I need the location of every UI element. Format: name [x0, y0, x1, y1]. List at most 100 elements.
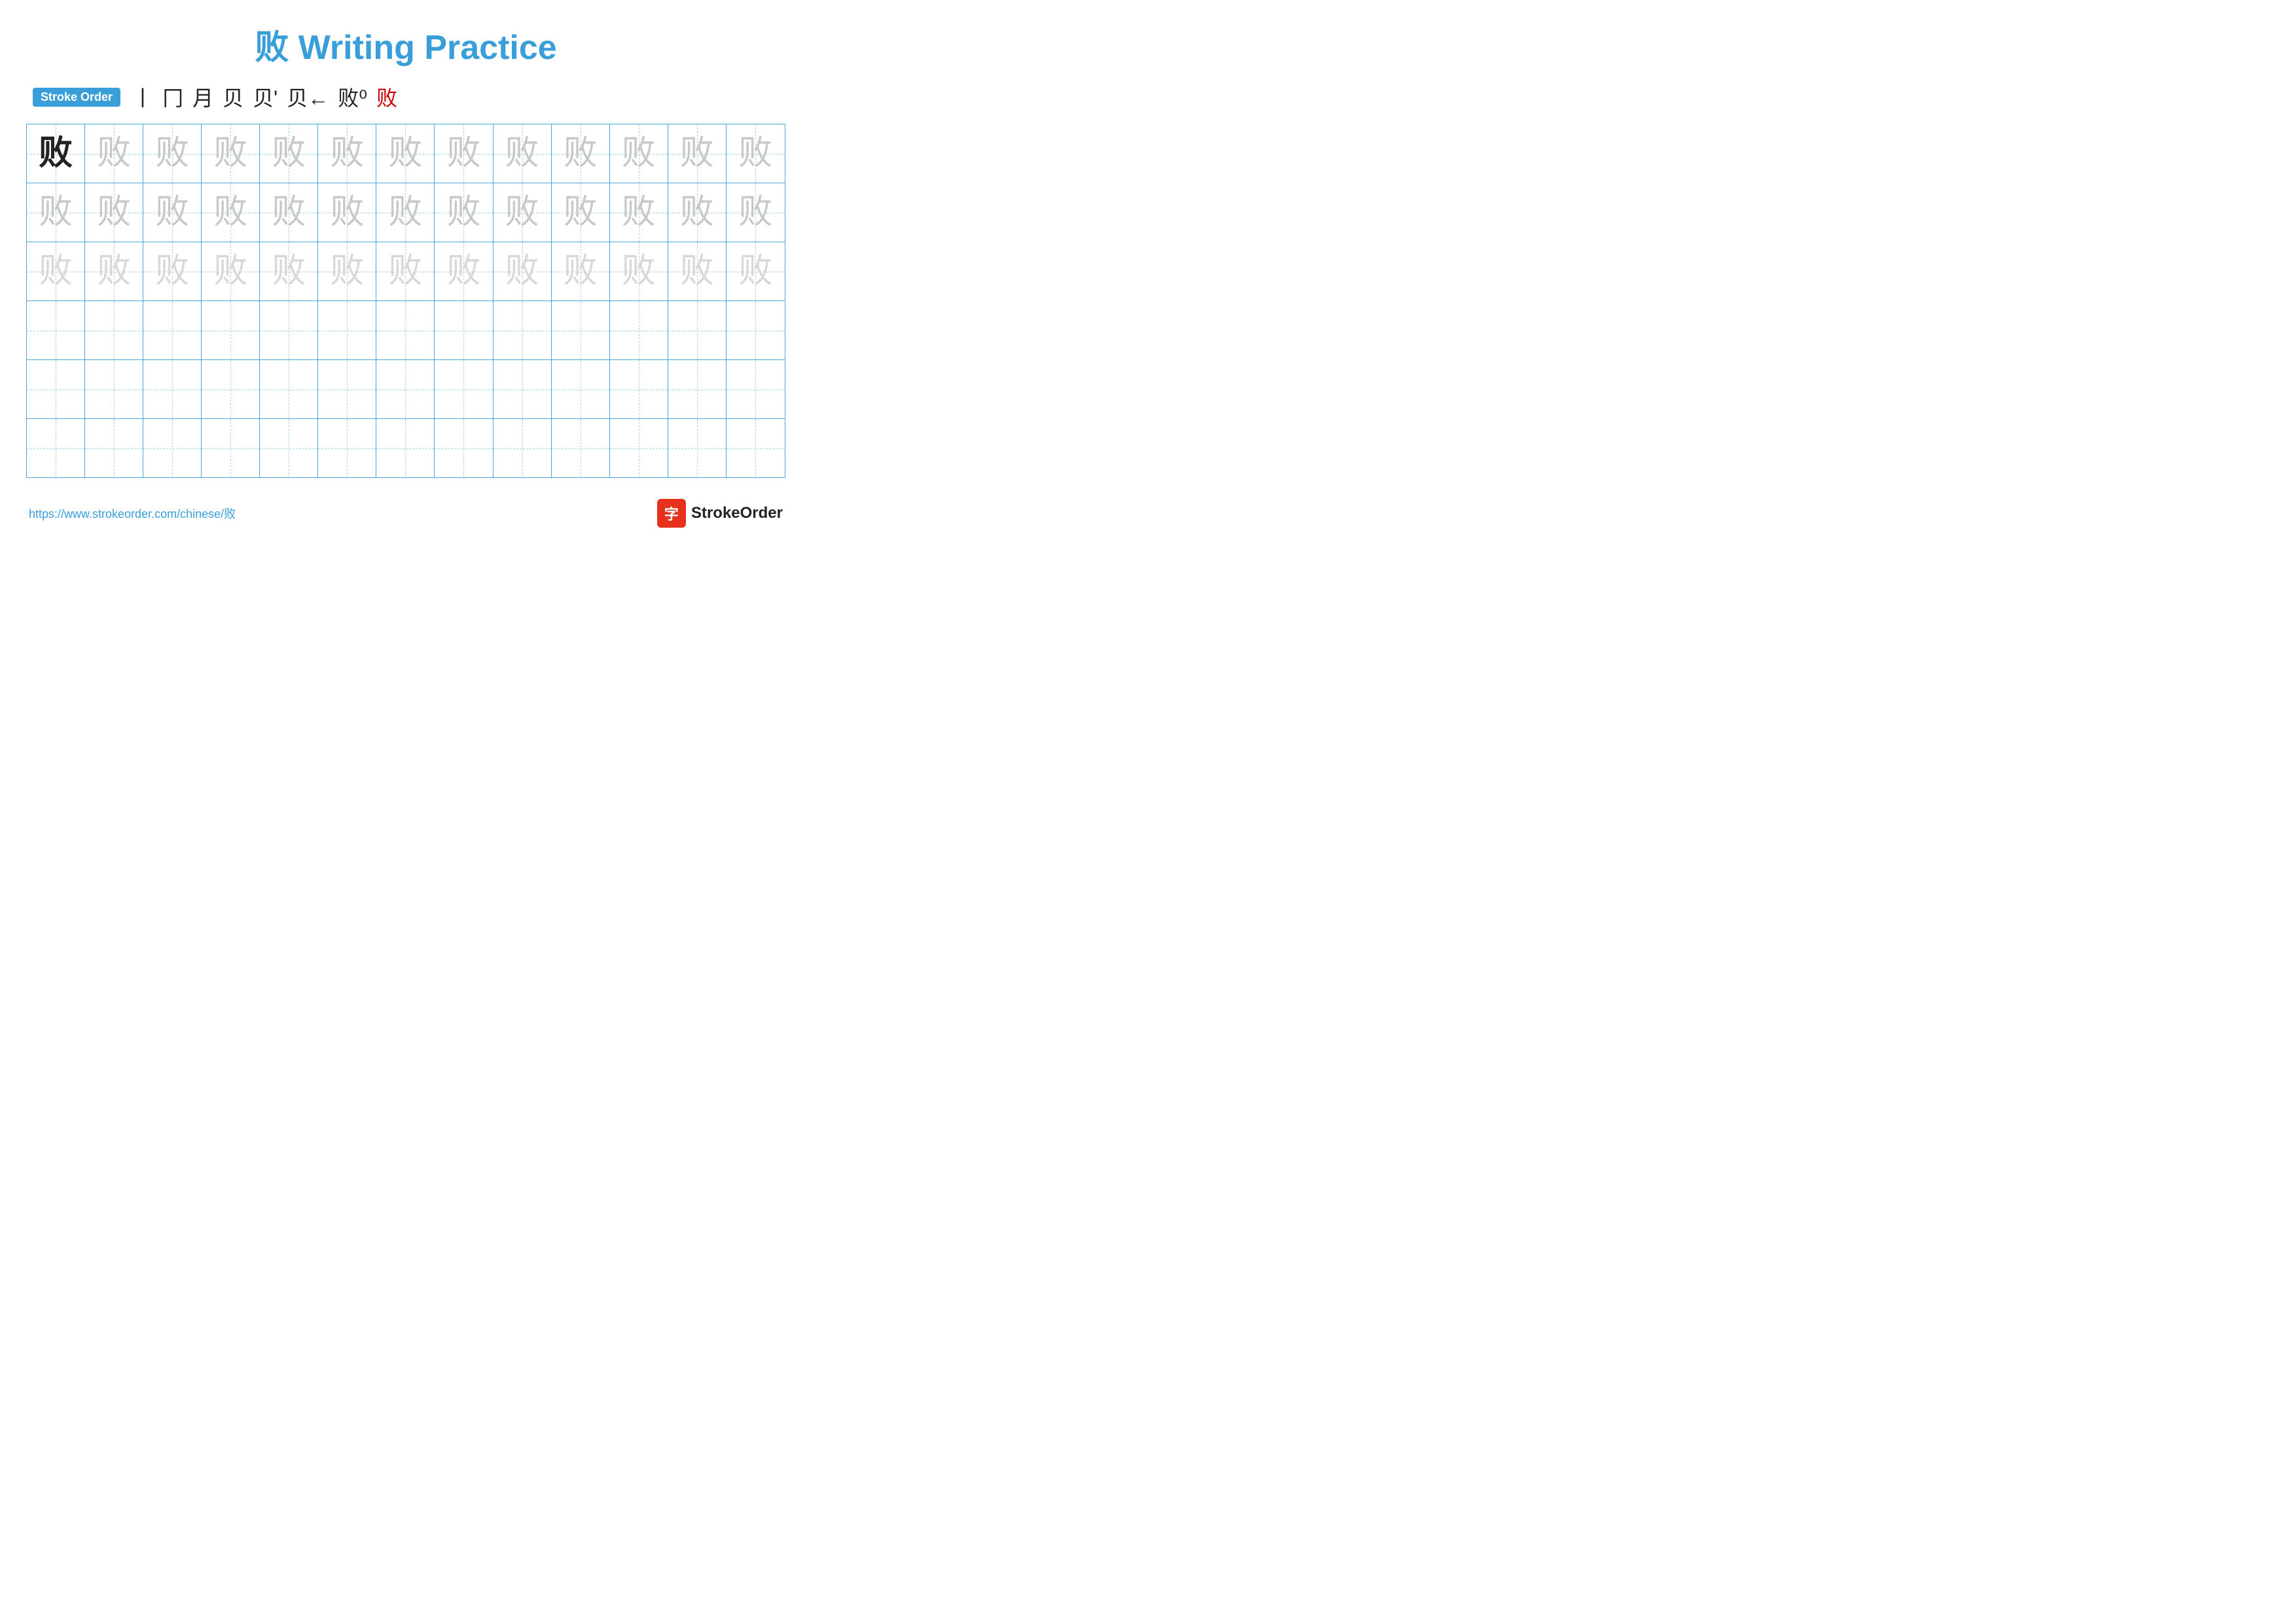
cell-r6-c2[interactable] [85, 419, 143, 477]
cell-r1-c12[interactable]: 败 [668, 124, 726, 183]
cell-r1-c11[interactable]: 败 [610, 124, 668, 183]
cell-r4-c9[interactable] [493, 301, 552, 359]
cell-r3-c10[interactable]: 败 [552, 242, 610, 301]
cell-r1-c7[interactable]: 败 [376, 124, 435, 183]
cell-r6-c5[interactable] [260, 419, 318, 477]
cell-r6-c12[interactable] [668, 419, 726, 477]
grid-row-6 [27, 419, 785, 477]
cell-r1-c9[interactable]: 败 [493, 124, 552, 183]
cell-r2-c3[interactable]: 败 [143, 183, 202, 242]
cell-r5-c4[interactable] [202, 360, 260, 418]
footer: https://www.strokeorder.com/chinese/败 字 … [26, 499, 785, 528]
cell-r5-c1[interactable] [27, 360, 85, 418]
cell-r1-c4[interactable]: 败 [202, 124, 260, 183]
stroke-3: 月 [192, 82, 213, 112]
cell-r4-c8[interactable] [435, 301, 493, 359]
cell-r2-c12[interactable]: 败 [668, 183, 726, 242]
cell-r2-c4[interactable]: 败 [202, 183, 260, 242]
cell-r2-c10[interactable]: 败 [552, 183, 610, 242]
cell-r4-c2[interactable] [85, 301, 143, 359]
grid-row-4 [27, 301, 785, 360]
cell-r5-c9[interactable] [493, 360, 552, 418]
cell-r3-c12[interactable]: 败 [668, 242, 726, 301]
cell-r5-c10[interactable] [552, 360, 610, 418]
cell-r6-c10[interactable] [552, 419, 610, 477]
cell-r2-c11[interactable]: 败 [610, 183, 668, 242]
char-r1-c1: 败 [39, 137, 73, 171]
cell-r4-c12[interactable] [668, 301, 726, 359]
cell-r1-c13[interactable]: 败 [726, 124, 785, 183]
stroke-4: 贝 [223, 82, 243, 112]
cell-r4-c7[interactable] [376, 301, 435, 359]
cell-r5-c12[interactable] [668, 360, 726, 418]
title-section: 败 Writing Practice [26, 20, 785, 69]
footer-url-link[interactable]: https://www.strokeorder.com/chinese/败 [29, 505, 236, 522]
cell-r6-c11[interactable] [610, 419, 668, 477]
cell-r6-c4[interactable] [202, 419, 260, 477]
cell-r2-c13[interactable]: 败 [726, 183, 785, 242]
cell-r1-c8[interactable]: 败 [435, 124, 493, 183]
stroke-8-final: 败 [376, 82, 397, 112]
cell-r6-c13[interactable] [726, 419, 785, 477]
footer-logo-text: StrokeOrder [691, 504, 783, 522]
cell-r3-c13[interactable]: 败 [726, 242, 785, 301]
cell-r5-c5[interactable] [260, 360, 318, 418]
cell-r6-c8[interactable] [435, 419, 493, 477]
cell-r1-c2[interactable]: 败 [85, 124, 143, 183]
cell-r3-c11[interactable]: 败 [610, 242, 668, 301]
cell-r5-c11[interactable] [610, 360, 668, 418]
cell-r1-c5[interactable]: 败 [260, 124, 318, 183]
cell-r3-c1[interactable]: 败 [27, 242, 85, 301]
cell-r2-c2[interactable]: 败 [85, 183, 143, 242]
cell-r6-c3[interactable] [143, 419, 202, 477]
cell-r2-c9[interactable]: 败 [493, 183, 552, 242]
cell-r5-c7[interactable] [376, 360, 435, 418]
cell-r5-c6[interactable] [318, 360, 376, 418]
grid-row-3: 败 败 败 败 败 败 败 败 败 败 败 败 败 [27, 242, 785, 301]
cell-r6-c9[interactable] [493, 419, 552, 477]
cell-r4-c6[interactable] [318, 301, 376, 359]
cell-r6-c6[interactable] [318, 419, 376, 477]
grid-row-5 [27, 360, 785, 419]
grid-row-1: 败 败 败 败 败 败 败 败 败 败 败 败 败 [27, 124, 785, 183]
stroke-order-row: Stroke Order 丨 冂 月 贝 贝' 贝← 败⁰ 败 [26, 82, 785, 112]
page-title: 败 Writing Practice [255, 29, 556, 67]
cell-r4-c5[interactable] [260, 301, 318, 359]
cell-r2-c7[interactable]: 败 [376, 183, 435, 242]
strokeorder-logo-icon: 字 [657, 499, 686, 528]
cell-r4-c13[interactable] [726, 301, 785, 359]
cell-r4-c11[interactable] [610, 301, 668, 359]
cell-r1-c1[interactable]: 败 [27, 124, 85, 183]
cell-r4-c4[interactable] [202, 301, 260, 359]
cell-r3-c8[interactable]: 败 [435, 242, 493, 301]
cell-r5-c3[interactable] [143, 360, 202, 418]
grid-row-2: 败 败 败 败 败 败 败 败 败 败 败 败 败 [27, 183, 785, 242]
cell-r4-c3[interactable] [143, 301, 202, 359]
cell-r3-c7[interactable]: 败 [376, 242, 435, 301]
cell-r2-c1[interactable]: 败 [27, 183, 85, 242]
cell-r2-c5[interactable]: 败 [260, 183, 318, 242]
cell-r1-c10[interactable]: 败 [552, 124, 610, 183]
stroke-7: 败⁰ [338, 82, 367, 112]
cell-r3-c2[interactable]: 败 [85, 242, 143, 301]
practice-grid: 败 败 败 败 败 败 败 败 败 败 败 败 败 败 败 败 败 败 败 败 … [26, 124, 785, 478]
stroke-order-badge: Stroke Order [33, 88, 120, 107]
cell-r5-c13[interactable] [726, 360, 785, 418]
cell-r5-c8[interactable] [435, 360, 493, 418]
cell-r3-c6[interactable]: 败 [318, 242, 376, 301]
cell-r3-c3[interactable]: 败 [143, 242, 202, 301]
cell-r6-c1[interactable] [27, 419, 85, 477]
cell-r1-c6[interactable]: 败 [318, 124, 376, 183]
cell-r2-c6[interactable]: 败 [318, 183, 376, 242]
cell-r3-c5[interactable]: 败 [260, 242, 318, 301]
cell-r2-c8[interactable]: 败 [435, 183, 493, 242]
cell-r4-c10[interactable] [552, 301, 610, 359]
cell-r3-c9[interactable]: 败 [493, 242, 552, 301]
stroke-6: 贝← [287, 82, 329, 112]
cell-r1-c3[interactable]: 败 [143, 124, 202, 183]
cell-r4-c1[interactable] [27, 301, 85, 359]
cell-r6-c7[interactable] [376, 419, 435, 477]
cell-r5-c2[interactable] [85, 360, 143, 418]
cell-r3-c4[interactable]: 败 [202, 242, 260, 301]
footer-logo: 字 StrokeOrder [657, 499, 783, 528]
